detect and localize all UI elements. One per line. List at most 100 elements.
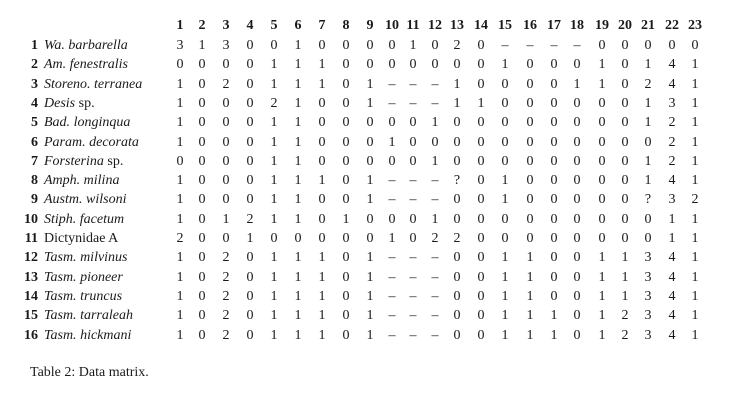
- matrix-cell: –: [409, 95, 417, 111]
- row-number: 3: [31, 76, 38, 92]
- column-header: 13: [450, 18, 464, 33]
- matrix-cell: 4: [668, 269, 676, 285]
- matrix-cell: 0: [526, 57, 534, 73]
- matrix-cell: 2: [246, 211, 254, 227]
- taxon-name: Tasm. tarraleah: [44, 308, 133, 324]
- matrix-cell: 1: [409, 38, 417, 53]
- taxon-species: pioneer: [80, 269, 123, 285]
- matrix-cell: 1: [621, 250, 629, 266]
- matrix-cell: 0: [477, 288, 485, 304]
- matrix-cell: 2: [222, 327, 230, 343]
- matrix-cell: 0: [477, 231, 485, 246]
- matrix-cell: 1: [621, 288, 629, 304]
- matrix-cell: 2: [431, 231, 439, 246]
- matrix-cell: 2: [453, 38, 461, 53]
- matrix-cell: 0: [526, 192, 534, 208]
- matrix-cell: –: [409, 308, 417, 324]
- matrix-cell: 0: [526, 95, 534, 111]
- taxon-species: hickmani: [80, 327, 132, 343]
- matrix-cell: 0: [668, 38, 676, 53]
- matrix-cell: 1: [691, 134, 699, 150]
- column-header: 20: [618, 18, 632, 33]
- matrix-cell: 1: [270, 308, 278, 324]
- matrix-cell: 0: [598, 153, 606, 169]
- matrix-cell: 0: [526, 153, 534, 169]
- matrix-cell: 3: [644, 250, 652, 266]
- matrix-cell: 0: [453, 250, 461, 266]
- matrix-cell: 0: [342, 134, 350, 150]
- row-number: 2: [31, 57, 38, 73]
- matrix-cell: 0: [198, 288, 206, 304]
- matrix-cell: 1: [431, 153, 439, 169]
- matrix-cell: 4: [668, 76, 676, 92]
- matrix-cell: 0: [550, 95, 558, 111]
- matrix-cell: 0: [501, 76, 509, 92]
- matrix-cell: 0: [431, 134, 439, 150]
- matrix-cell: 0: [598, 173, 606, 189]
- taxon-name: Am. fenestralis: [44, 57, 128, 73]
- matrix-cell: 1: [477, 95, 485, 111]
- row-number: 12: [24, 250, 38, 266]
- row-number: 15: [24, 308, 38, 324]
- matrix-cell: 1: [501, 250, 509, 266]
- matrix-cell: 0: [246, 76, 254, 92]
- matrix-cell: 1: [366, 269, 374, 285]
- taxon-species: wilsoni: [86, 192, 127, 208]
- matrix-cell: 0: [550, 153, 558, 169]
- taxon-name: Austm. wilsoni: [44, 192, 126, 208]
- matrix-cell: 0: [318, 153, 326, 169]
- matrix-cell: 1: [366, 288, 374, 304]
- matrix-cell: 0: [621, 173, 629, 189]
- matrix-cell: 0: [222, 231, 230, 246]
- row-number: 14: [24, 288, 38, 304]
- matrix-cell: 0: [342, 288, 350, 304]
- matrix-cell: –: [431, 308, 439, 324]
- taxon-genus: Amph.: [44, 173, 81, 189]
- taxon-species: barbarella: [68, 38, 128, 53]
- matrix-cell: 0: [176, 57, 184, 73]
- matrix-cell: 0: [526, 115, 534, 131]
- matrix-cell: 0: [409, 115, 417, 131]
- matrix-cell: 1: [366, 95, 374, 111]
- matrix-cell: 1: [526, 250, 534, 266]
- matrix-cell: 1: [294, 288, 302, 304]
- taxon-species: terranea: [94, 76, 143, 92]
- matrix-cell: 0: [573, 250, 581, 266]
- matrix-cell: 0: [477, 211, 485, 227]
- matrix-cell: 1: [691, 57, 699, 73]
- matrix-cell: 0: [453, 308, 461, 324]
- matrix-cell: –: [388, 95, 396, 111]
- matrix-cell: 3: [644, 269, 652, 285]
- matrix-cell: 1: [270, 115, 278, 131]
- taxon-name: Tasm. truncus: [44, 289, 122, 305]
- matrix-cell: 1: [691, 211, 699, 227]
- matrix-cell: 3: [644, 327, 652, 343]
- matrix-cell: 0: [598, 211, 606, 227]
- matrix-cell: 0: [453, 327, 461, 343]
- matrix-cell: 1: [431, 115, 439, 131]
- matrix-cell: 1: [550, 327, 558, 343]
- matrix-cell: 1: [598, 76, 606, 92]
- matrix-cell: 0: [318, 95, 326, 111]
- matrix-cell: 0: [246, 308, 254, 324]
- column-header: 23: [688, 18, 702, 33]
- taxon-species: truncus: [80, 288, 123, 304]
- matrix-cell: 1: [668, 211, 676, 227]
- matrix-cell: 1: [294, 250, 302, 266]
- matrix-cell: 0: [366, 211, 374, 227]
- matrix-cell: 1: [501, 327, 509, 343]
- matrix-cell: 0: [222, 173, 230, 189]
- matrix-cell: –: [388, 327, 396, 343]
- matrix-cell: 1: [294, 269, 302, 285]
- matrix-cell: 0: [366, 231, 374, 246]
- matrix-cell: 0: [550, 211, 558, 227]
- matrix-cell: 2: [644, 76, 652, 92]
- matrix-cell: 0: [246, 327, 254, 343]
- column-header: 21: [641, 18, 655, 33]
- matrix-cell: 1: [691, 231, 699, 246]
- matrix-cell: 1: [294, 211, 302, 227]
- matrix-cell: 1: [294, 134, 302, 150]
- matrix-cell: 1: [598, 57, 606, 73]
- matrix-cell: 0: [550, 231, 558, 246]
- taxon-name: Bad. longinqua: [44, 115, 130, 131]
